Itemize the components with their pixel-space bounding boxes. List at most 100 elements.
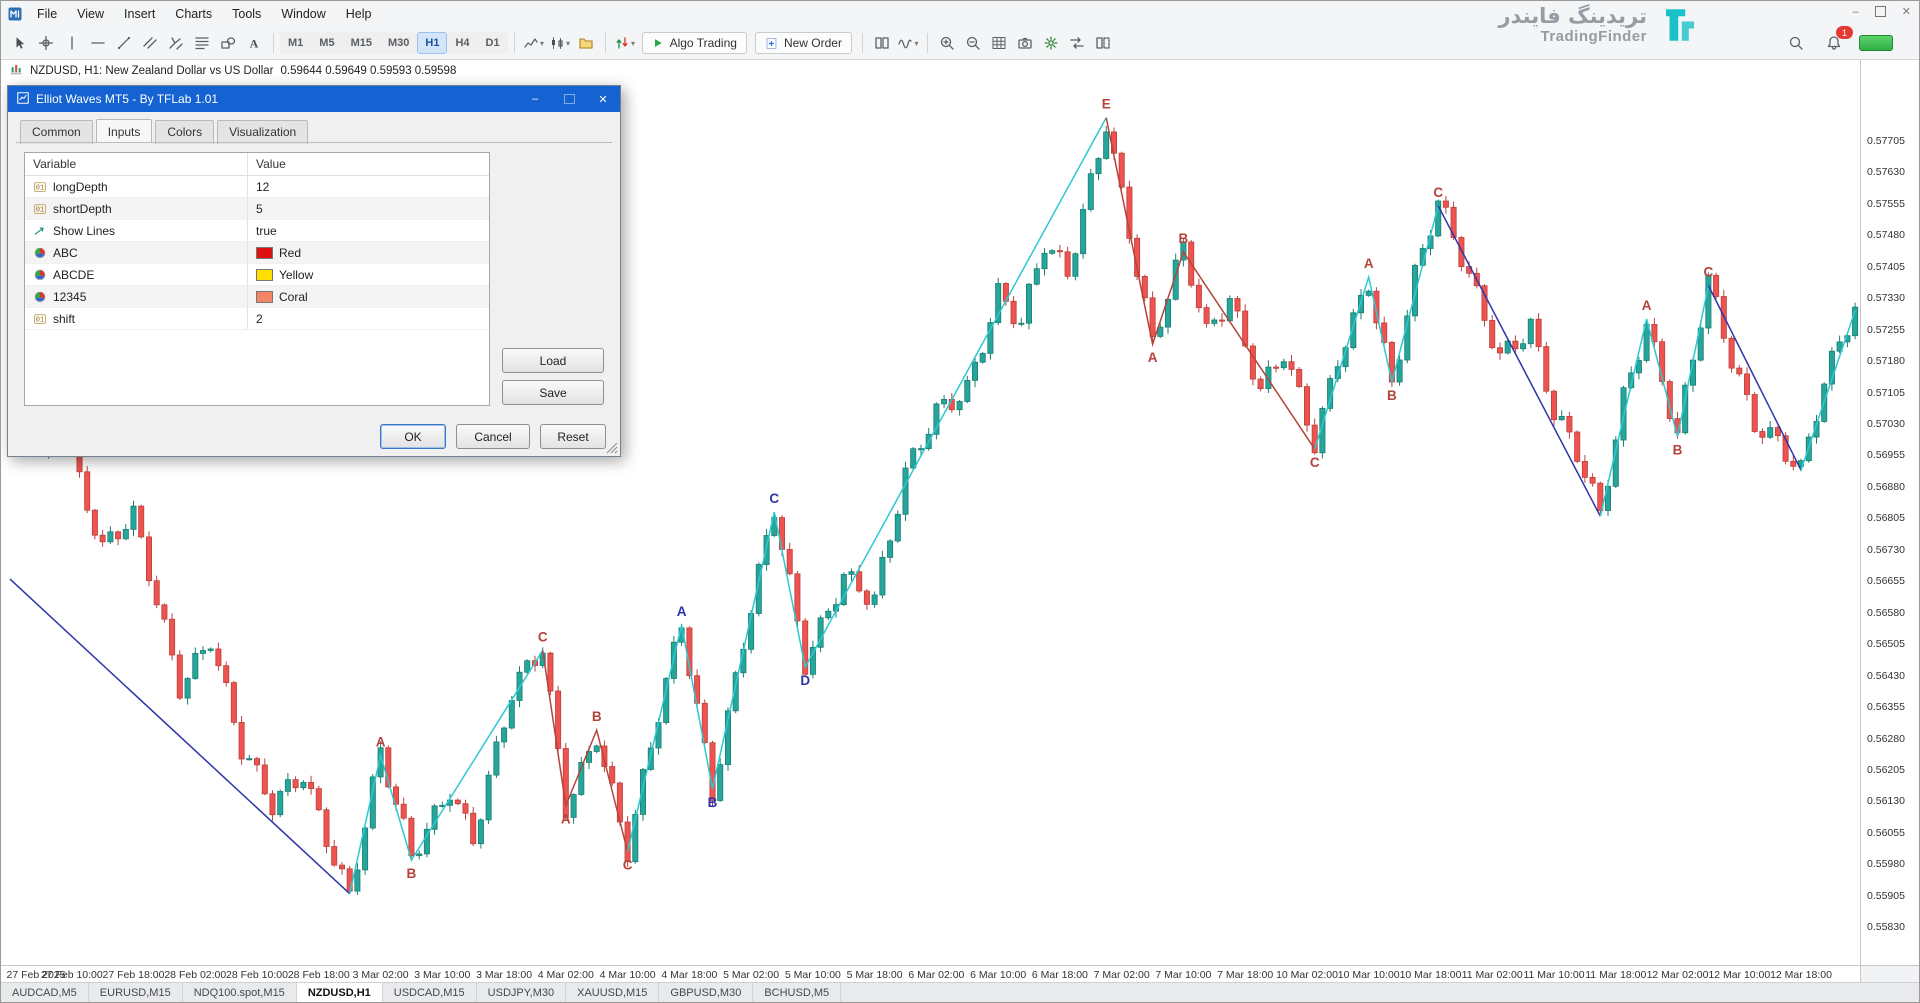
chart-tab-usdcad[interactable]: USDCAD,M15 [383, 983, 477, 1002]
price-label: 0.57030 [1867, 418, 1905, 430]
wave-icon[interactable]: ▾ [895, 31, 921, 55]
chart-tab-xauusd[interactable]: XAUUSD,M15 [566, 983, 659, 1002]
shapes-icon[interactable] [215, 31, 241, 55]
dialog-tab-colors[interactable]: Colors [155, 120, 214, 144]
timeframe-m1[interactable]: M1 [280, 32, 311, 54]
timeframe-d1[interactable]: D1 [478, 32, 508, 54]
svg-text:B: B [1673, 443, 1683, 458]
fibo-icon[interactable] [189, 31, 215, 55]
price-axis[interactable]: 0.577050.576300.575550.574800.574050.573… [1860, 59, 1919, 965]
grid-icon[interactable] [986, 31, 1012, 55]
param-value[interactable]: 5 [247, 198, 489, 219]
toolbar-separator [927, 33, 928, 53]
zoom-out-icon[interactable] [960, 31, 986, 55]
dialog-minimize-icon[interactable]: – [518, 86, 552, 112]
menu-file[interactable]: File [27, 3, 67, 25]
crosshair-icon[interactable] [33, 31, 59, 55]
template-folder-icon[interactable] [573, 31, 599, 55]
camera-icon[interactable] [1012, 31, 1038, 55]
price-label: 0.57630 [1867, 166, 1905, 178]
menu-help[interactable]: Help [336, 3, 382, 25]
svg-text:C: C [1433, 185, 1443, 200]
zoom-in-icon[interactable] [934, 31, 960, 55]
param-row[interactable]: 01shift2 [25, 308, 489, 330]
cursor-icon[interactable] [7, 31, 33, 55]
time-label: 28 Feb 18:00 [284, 969, 354, 981]
search-icon[interactable] [1783, 31, 1809, 55]
param-row[interactable]: Show Linestrue [25, 220, 489, 242]
dialog-title-bar[interactable]: Elliot Waves MT5 - By TFLab 1.01 – ✕ [8, 86, 620, 112]
timeframe-m5[interactable]: M5 [311, 32, 342, 54]
dialog-tab-inputs[interactable]: Inputs [96, 119, 153, 143]
chart-tab-ndq100.spot[interactable]: NDQ100.spot,M15 [183, 983, 297, 1002]
time-label: 3 Mar 10:00 [407, 969, 477, 981]
restore-icon[interactable] [1875, 6, 1886, 17]
price-label: 0.56580 [1867, 607, 1905, 619]
gear-icon[interactable] [1038, 31, 1064, 55]
indicators-icon[interactable]: ▾ [612, 31, 638, 55]
param-row[interactable]: ABCDEYellow [25, 264, 489, 286]
price-label: 0.57255 [1867, 324, 1905, 336]
svg-text:01: 01 [36, 184, 44, 192]
close-icon[interactable]: ✕ [1902, 5, 1911, 18]
candles-icon[interactable]: ▾ [547, 31, 573, 55]
chart-tab-bchusd[interactable]: BCHUSD,M5 [753, 983, 841, 1002]
pitchfork-icon[interactable] [163, 31, 189, 55]
dialog-close-icon[interactable]: ✕ [586, 86, 620, 112]
param-value[interactable]: 12 [247, 176, 489, 197]
price-label: 0.57180 [1867, 355, 1905, 367]
resize-grip[interactable] [606, 442, 618, 454]
param-value[interactable]: Coral [247, 286, 489, 307]
dialog-maximize-icon[interactable] [552, 86, 586, 112]
load-button[interactable]: Load [502, 348, 604, 373]
chart-tab-usdjpy[interactable]: USDJPY,M30 [477, 983, 566, 1002]
dialog-icon [16, 91, 30, 108]
menu-tools[interactable]: Tools [222, 3, 271, 25]
time-label: 28 Feb 02:00 [160, 969, 230, 981]
new-order-button[interactable]: New Order [755, 32, 852, 54]
reset-button[interactable]: Reset [540, 424, 606, 449]
text-icon[interactable]: A [241, 31, 267, 55]
trendline-icon[interactable] [111, 31, 137, 55]
menu-view[interactable]: View [67, 3, 114, 25]
app-icon[interactable] [7, 6, 23, 22]
param-row[interactable]: ABCRed [25, 242, 489, 264]
timeframe-h4[interactable]: H4 [447, 32, 477, 54]
param-value[interactable]: true [247, 220, 489, 241]
chart-tab-eurusd[interactable]: EURUSD,M15 [89, 983, 183, 1002]
dialog-tab-visualization[interactable]: Visualization [217, 120, 308, 144]
param-value[interactable]: 2 [247, 308, 489, 329]
panes-icon[interactable] [869, 31, 895, 55]
time-label: 11 Mar 18:00 [1581, 969, 1651, 981]
timeframe-m30[interactable]: M30 [380, 32, 417, 54]
param-value[interactable]: Red [247, 242, 489, 263]
timeframe-m15[interactable]: M15 [343, 32, 380, 54]
algo-trading-button[interactable]: Algo Trading [642, 32, 747, 54]
chart-tab-audcad[interactable]: AUDCAD,M5 [1, 983, 89, 1002]
param-row[interactable]: 01shortDepth5 [25, 198, 489, 220]
param-row[interactable]: 12345Coral [25, 286, 489, 308]
menu-window[interactable]: Window [271, 3, 335, 25]
color-swatch [256, 247, 273, 259]
minimize-icon[interactable]: – [1853, 6, 1859, 18]
chart-tab-nzdusd[interactable]: NZDUSD,H1 [297, 983, 383, 1002]
tile-icon[interactable] [1090, 31, 1116, 55]
vline-icon[interactable] [59, 31, 85, 55]
hline-icon[interactable] [85, 31, 111, 55]
swap-icon[interactable] [1064, 31, 1090, 55]
channel-icon[interactable] [137, 31, 163, 55]
menu-insert[interactable]: Insert [114, 3, 165, 25]
time-label: 11 Mar 02:00 [1457, 969, 1527, 981]
dialog-tab-common[interactable]: Common [20, 120, 93, 144]
chart-type-icon[interactable]: ▾ [521, 31, 547, 55]
timeframe-h1[interactable]: H1 [417, 32, 447, 54]
param-value[interactable]: Yellow [247, 264, 489, 285]
save-button[interactable]: Save [502, 380, 604, 405]
connection-status [1859, 35, 1893, 51]
chart-tab-gbpusd[interactable]: GBPUSD,M30 [659, 983, 753, 1002]
menu-charts[interactable]: Charts [165, 3, 222, 25]
table-header: Variable Value [25, 153, 489, 176]
param-row[interactable]: 01longDepth12 [25, 176, 489, 198]
ok-button[interactable]: OK [380, 424, 446, 449]
cancel-button[interactable]: Cancel [456, 424, 530, 449]
